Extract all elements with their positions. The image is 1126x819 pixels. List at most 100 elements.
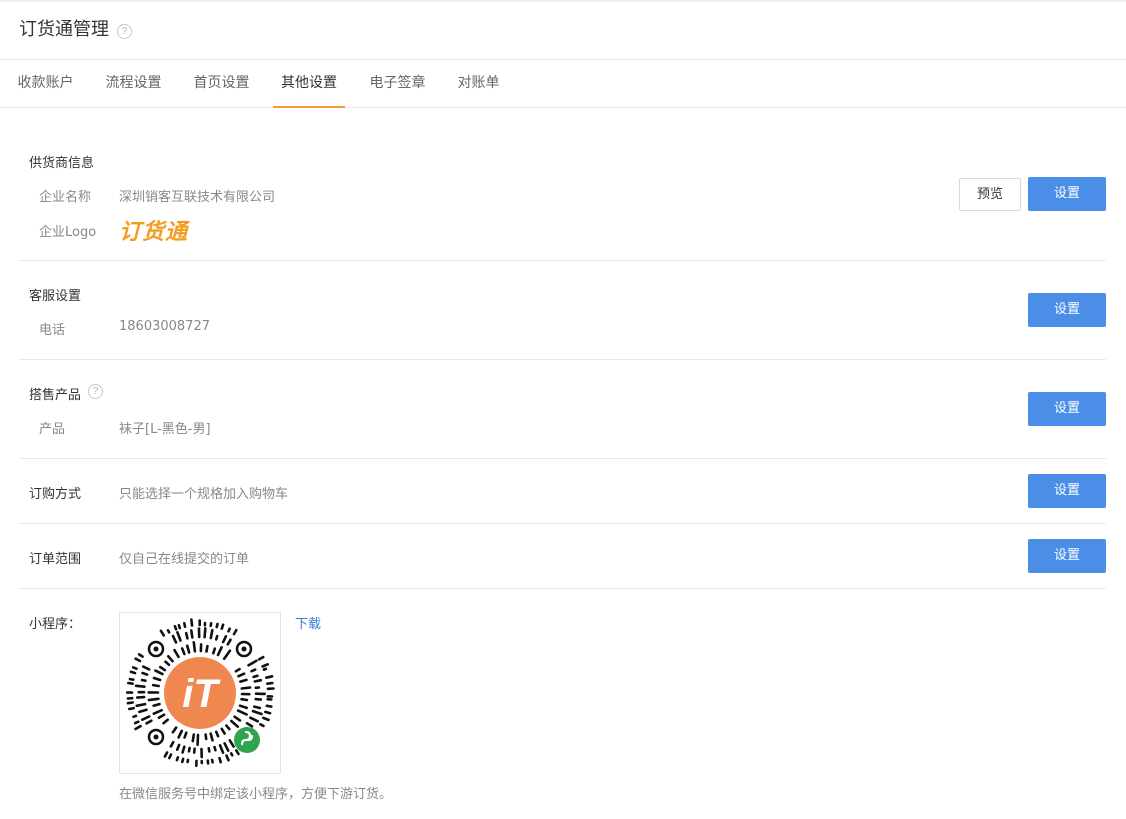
qr-ray	[220, 623, 225, 630]
preview-button[interactable]: 预览	[959, 178, 1021, 211]
phone-label: 电话	[39, 323, 66, 338]
qr-ray	[166, 628, 171, 634]
qr-ray	[266, 681, 274, 685]
finder-top-left	[147, 640, 165, 658]
tab-bar: 收款账户 流程设置 首页设置 其他设置 电子签章 对账单	[0, 60, 1126, 108]
qr-ray	[252, 674, 259, 679]
tab-other-settings[interactable]: 其他设置	[273, 60, 345, 108]
qr-ray	[240, 697, 249, 702]
qr-ray	[215, 622, 219, 629]
tab-e-signature[interactable]: 电子签章	[369, 60, 426, 108]
qr-ray	[264, 710, 272, 715]
qr-ray	[232, 628, 238, 636]
qr-ray	[253, 678, 263, 683]
page-header: 订货通管理 ?	[0, 2, 1126, 60]
qr-ray	[133, 720, 140, 725]
qr-ray	[237, 672, 246, 678]
qr-ray	[141, 665, 151, 671]
qr-ray	[173, 648, 180, 659]
qr-ray	[140, 715, 151, 721]
finder-top-right	[235, 640, 253, 658]
qr-ray	[227, 627, 231, 633]
qr-ray	[235, 749, 240, 756]
qr-ray	[214, 634, 219, 641]
qr-ray	[166, 654, 174, 663]
qr-ray	[180, 757, 185, 764]
qr-ray	[216, 645, 223, 657]
qr-ray	[158, 665, 167, 672]
qr-ray	[249, 716, 259, 723]
qr-ray	[234, 667, 241, 673]
qr-ray	[225, 724, 231, 731]
qr-center-text: iT	[182, 672, 221, 716]
tab-payment-account[interactable]: 收款账户	[17, 60, 74, 108]
qr-code-frame: iT	[119, 612, 281, 774]
qr-ray	[183, 731, 188, 739]
order-method-set-button[interactable]: 设置	[1028, 474, 1106, 508]
qr-ray	[218, 744, 225, 754]
qr-ray	[225, 754, 230, 762]
supplier-set-button[interactable]: 设置	[1028, 177, 1106, 211]
tab-home-settings[interactable]: 首页设置	[193, 60, 250, 108]
product-value: 袜子[L-黑色-男]	[119, 422, 211, 437]
qr-ray	[177, 623, 182, 630]
qr-ray	[127, 681, 134, 685]
qr-ray	[226, 638, 232, 646]
tab-statement[interactable]: 对账单	[457, 60, 500, 108]
order-scope-set-button[interactable]: 设置	[1028, 539, 1106, 573]
question-circle-icon[interactable]: ?	[117, 24, 132, 39]
qr-ray	[184, 631, 189, 640]
qr-ray	[159, 629, 166, 637]
qr-ray	[220, 727, 226, 735]
qr-ray	[265, 704, 273, 708]
mini-program-label: 小程序：	[29, 617, 82, 632]
qr-ray	[183, 622, 187, 628]
qr-ray	[265, 674, 274, 679]
qr-ray	[247, 659, 258, 667]
qr-ray	[129, 670, 137, 675]
qr-ray	[180, 647, 186, 656]
qr-ray	[141, 671, 149, 676]
qr-ray	[230, 719, 240, 728]
qr-ray	[254, 697, 263, 701]
qr-ray	[245, 722, 254, 728]
mini-program-hint: 在微信服务号中绑定该小程序，方便下游订货。	[119, 787, 393, 802]
qr-ray	[152, 676, 162, 682]
qr-ray	[233, 715, 242, 722]
qr-ray	[177, 729, 184, 739]
qr-ray	[203, 627, 207, 639]
product-set-button[interactable]: 设置	[1028, 392, 1106, 426]
mini-program-qr-code: iT	[125, 618, 275, 768]
qr-ray	[210, 758, 214, 764]
qr-ray	[134, 684, 146, 688]
qr-ray	[192, 640, 197, 653]
qr-ray	[152, 702, 161, 707]
qr-ray	[176, 630, 182, 642]
qr-ray	[171, 726, 178, 734]
qr-ray	[128, 677, 135, 681]
divider	[19, 523, 1106, 524]
qr-ray	[253, 705, 262, 710]
qr-ray	[218, 756, 222, 764]
download-link[interactable]: 下载	[295, 613, 321, 632]
qr-ray	[250, 668, 257, 673]
qr-ray	[223, 742, 230, 752]
order-scope-value: 仅自己在线提交的订单	[119, 552, 250, 567]
service-set-button[interactable]: 设置	[1028, 293, 1106, 327]
page-title: 订货通管理	[19, 19, 109, 40]
qr-ray	[190, 618, 194, 627]
qr-ray	[140, 678, 147, 682]
qr-ray	[238, 704, 248, 710]
qr-ray	[135, 702, 147, 708]
qr-ray	[147, 697, 160, 702]
order-scope-label: 订单范围	[29, 552, 82, 567]
qr-ray	[222, 649, 232, 661]
finder-bottom-left	[147, 728, 165, 746]
qr-ray	[221, 634, 228, 644]
order-method-value: 只能选择一个规格加入购物车	[119, 487, 289, 502]
tab-process-settings[interactable]: 流程设置	[105, 60, 162, 108]
qr-ray	[135, 695, 146, 699]
qr-ray	[239, 678, 248, 683]
question-circle-icon[interactable]: ?	[88, 384, 103, 399]
qr-ray	[175, 756, 180, 762]
